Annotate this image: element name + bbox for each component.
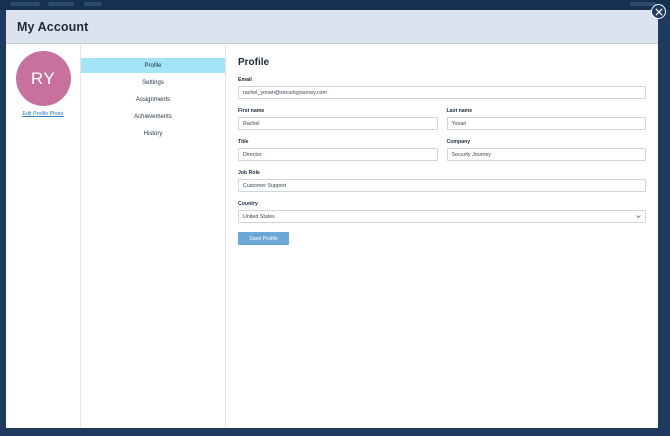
nav-item-assignments[interactable]: Assignments [81, 92, 225, 107]
nav-item-achievements[interactable]: Achievements [81, 109, 225, 124]
job-role-label: Job Role [238, 170, 260, 176]
nav-item-profile[interactable]: Profile [81, 58, 225, 73]
first-name-group: First name Rachel [238, 108, 438, 130]
section-title: Profile [238, 57, 270, 68]
company-group: Company Security Journey [446, 139, 646, 161]
account-modal: My Account RY Edit Profile Photo Profile… [6, 10, 658, 428]
title-label: Title [238, 139, 249, 145]
title-field[interactable]: Director [238, 148, 438, 161]
name-row: First name Rachel Last name Yonan [238, 108, 646, 139]
modal-title: My Account [17, 19, 89, 34]
company-label: Company [446, 139, 471, 145]
country-group: Country United States [238, 201, 646, 223]
first-name-label: First name [238, 108, 265, 114]
background-app-bar [0, 0, 670, 10]
country-value: United States [243, 213, 275, 220]
email-group: Email rachel_yonan@securityjourney.com [238, 77, 646, 99]
country-label: Country [238, 201, 258, 207]
avatar: RY [15, 51, 71, 106]
last-name-label: Last name [446, 108, 473, 114]
modal-header: My Account [6, 10, 658, 44]
email-label: Email [238, 77, 252, 83]
modal-body: RY Edit Profile Photo Profile Settings A… [6, 45, 658, 428]
close-icon [655, 8, 662, 15]
background-ghost-text [48, 2, 74, 6]
country-select[interactable]: United States [238, 210, 646, 223]
last-name-field[interactable]: Yonan [446, 117, 646, 130]
account-nav: Profile Settings Assignments Achievement… [81, 45, 226, 428]
email-field[interactable]: rachel_yonan@securityjourney.com [238, 86, 646, 99]
last-name-group: Last name Yonan [446, 108, 646, 130]
profile-form: Profile Email rachel_yonan@securityjourn… [226, 45, 658, 428]
avatar-column: RY Edit Profile Photo [6, 45, 81, 428]
job-role-group: Job Role Customer Support [238, 170, 646, 192]
nav-item-history[interactable]: History [81, 126, 225, 141]
job-role-field[interactable]: Customer Support [238, 179, 646, 192]
close-button[interactable] [651, 4, 666, 19]
background-ghost-text [10, 2, 40, 6]
save-profile-button[interactable]: Save Profile [238, 232, 289, 245]
background-ghost-text [84, 2, 102, 6]
avatar-initials: RY [30, 68, 56, 88]
title-group: Title Director [238, 139, 438, 161]
nav-item-settings[interactable]: Settings [81, 75, 225, 90]
chevron-down-icon [636, 215, 641, 218]
title-company-row: Title Director Company Security Journey [238, 139, 646, 170]
edit-profile-photo-link[interactable]: Edit Profile Photo [23, 111, 64, 117]
first-name-field[interactable]: Rachel [238, 117, 438, 130]
company-field[interactable]: Security Journey [446, 148, 646, 161]
